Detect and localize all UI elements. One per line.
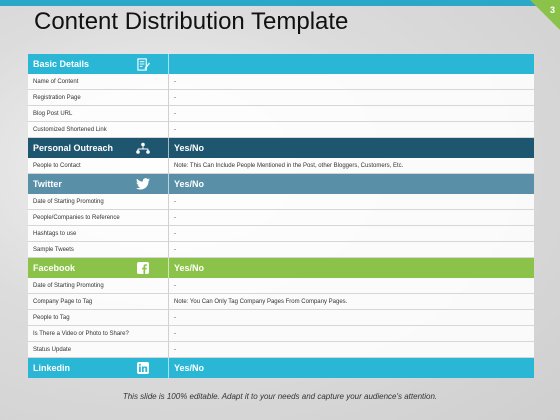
row-label: Name of Content: [28, 74, 169, 89]
linkedin-icon: [136, 361, 150, 375]
row-value: -: [174, 126, 176, 133]
section-value: Yes/No: [174, 263, 205, 273]
row-value: Note: You Can Only Tag Company Pages Fro…: [174, 298, 348, 305]
row-label: Date of Starting Promoting: [28, 278, 169, 293]
row-value: -: [174, 314, 176, 321]
section-header-basic-details: Basic Details: [28, 54, 534, 74]
facebook-icon: [136, 261, 150, 275]
row-value: -: [174, 346, 176, 353]
section-header-personal-outreach: Personal Outreach Yes/No: [28, 138, 534, 158]
table-row: People to Tag -: [28, 310, 534, 326]
table-row: Registration Page -: [28, 90, 534, 106]
row-value: -: [174, 282, 176, 289]
network-icon: [136, 141, 150, 155]
twitter-icon: [136, 177, 150, 191]
table-row: Name of Content -: [28, 74, 534, 90]
table-row: Hashtags to use -: [28, 226, 534, 242]
table-row: Sample Tweets -: [28, 242, 534, 258]
row-label: Customized Shortened Link: [28, 122, 169, 137]
section-label: Linkedin: [33, 363, 71, 373]
row-value: -: [174, 246, 176, 253]
row-label: Hashtags to use: [28, 226, 169, 241]
table-row: People/Companies to Reference -: [28, 210, 534, 226]
section-value: Yes/No: [174, 363, 205, 373]
row-value: -: [174, 78, 176, 85]
table-row: Date of Starting Promoting -: [28, 278, 534, 294]
table-row: Status Update -: [28, 342, 534, 358]
slide-number: 3: [549, 5, 555, 15]
section-value: [169, 54, 534, 74]
row-value: -: [174, 198, 176, 205]
row-label: People/Companies to Reference: [28, 210, 169, 225]
section-label: Personal Outreach: [33, 143, 114, 153]
section-header-facebook: Facebook Yes/No: [28, 258, 534, 278]
table-row: People to Contact Note: This Can Include …: [28, 158, 534, 174]
row-label: People to Tag: [28, 310, 169, 325]
row-value: -: [174, 214, 176, 221]
row-label: Status Update: [28, 342, 169, 357]
section-label: Facebook: [33, 263, 76, 273]
top-accent-bar: [0, 0, 560, 6]
table-row: Company Page to Tag Note: You Can Only Ta…: [28, 294, 534, 310]
row-label: Registration Page: [28, 90, 169, 105]
section-label: Basic Details: [33, 59, 90, 69]
footer-note: This slide is 100% editable. Adapt it to…: [122, 392, 438, 401]
row-value: -: [174, 94, 176, 101]
distribution-table: Basic Details Name of Content - Registrat…: [28, 54, 534, 378]
section-value: Yes/No: [174, 179, 205, 189]
section-header-linkedin: Linkedin Yes/No: [28, 358, 534, 378]
table-row: Customized Shortened Link -: [28, 122, 534, 138]
edit-icon: [136, 57, 150, 71]
row-value: Note: This Can Include People Mentioned …: [174, 162, 404, 169]
row-value: -: [174, 230, 176, 237]
section-value: Yes/No: [174, 143, 205, 153]
table-row: Date of Starting Promoting -: [28, 194, 534, 210]
row-label: Date of Starting Promoting: [28, 194, 169, 209]
row-value: -: [174, 110, 176, 117]
row-label: People to Contact: [28, 158, 169, 173]
section-label: Twitter: [33, 179, 62, 189]
row-value: -: [174, 330, 176, 337]
page-title: Content Distribution Template: [34, 8, 349, 35]
row-label: Sample Tweets: [28, 242, 169, 257]
row-label: Is There a Video or Photo to Share?: [28, 326, 169, 341]
row-label: Blog Post URL: [28, 106, 169, 121]
table-row: Is There a Video or Photo to Share? -: [28, 326, 534, 342]
row-label: Company Page to Tag: [28, 294, 169, 309]
section-header-twitter: Twitter Yes/No: [28, 174, 534, 194]
table-row: Blog Post URL -: [28, 106, 534, 122]
